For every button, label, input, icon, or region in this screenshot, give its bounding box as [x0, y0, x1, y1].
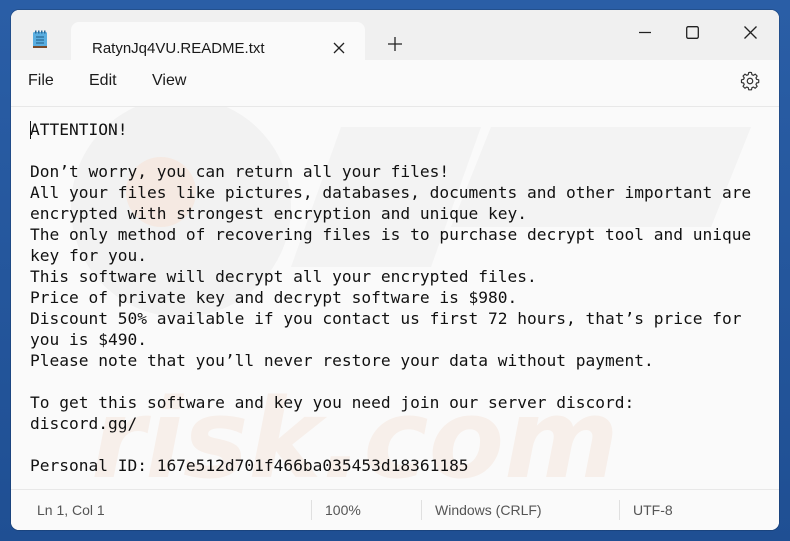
minimize-button[interactable]: [622, 16, 668, 48]
zoom-level: 100%: [325, 502, 361, 518]
cursor-position: Ln 1, Col 1: [37, 502, 105, 518]
status-divider: [421, 500, 422, 520]
gear-icon[interactable]: [739, 70, 761, 92]
text-editor[interactable]: risk.com ATTENTION! Don’t worry, you can…: [11, 107, 779, 490]
menu-bar: File Edit View: [11, 60, 779, 107]
line-ending: Windows (CRLF): [435, 502, 542, 518]
maximize-icon: [685, 25, 699, 39]
notepad-icon: [33, 30, 47, 48]
close-icon: [743, 25, 757, 39]
notepad-window: RatynJq4VU.README.txt File Edit View ris…: [11, 10, 779, 530]
menu-view[interactable]: View: [152, 72, 186, 90]
new-tab-button[interactable]: [383, 32, 407, 56]
minimize-icon: [639, 31, 651, 34]
status-divider: [619, 500, 620, 520]
title-bar: RatynJq4VU.README.txt: [11, 10, 779, 70]
close-icon: [333, 42, 345, 54]
maximize-button[interactable]: [669, 16, 715, 48]
tab-close-button[interactable]: [325, 34, 353, 62]
menu-file[interactable]: File: [28, 72, 54, 90]
plus-icon: [388, 37, 402, 51]
menu-edit[interactable]: Edit: [89, 72, 117, 90]
encoding: UTF-8: [633, 502, 673, 518]
status-divider: [311, 500, 312, 520]
document-text[interactable]: ATTENTION! Don’t worry, you can return a…: [30, 119, 773, 476]
tab-title: RatynJq4VU.README.txt: [92, 40, 265, 57]
status-bar: Ln 1, Col 1 100% Windows (CRLF) UTF-8: [11, 489, 779, 530]
close-window-button[interactable]: [727, 16, 773, 48]
